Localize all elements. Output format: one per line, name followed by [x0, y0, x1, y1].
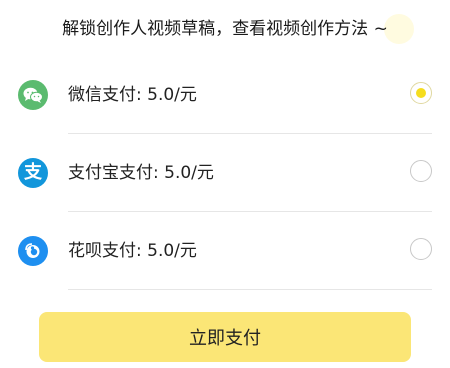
- radio-button[interactable]: [410, 238, 432, 260]
- payment-method-list: 微信支付: 5.0/元 支 支付宝支付: 5.0/元 花呗支付: 5.0/元: [0, 56, 450, 290]
- divider: [68, 289, 432, 290]
- wechat-pay-icon: [18, 80, 48, 110]
- payment-sheet: 解锁创作人视频草稿，查看视频创作方法 ~ 微信支付: 5.0/元 支 支付宝支付…: [0, 0, 450, 368]
- payment-option-wechat[interactable]: 微信支付: 5.0/元: [0, 56, 450, 134]
- alipay-icon: 支: [18, 158, 48, 188]
- radio-selected-dot: [416, 88, 426, 98]
- payment-option-huabei[interactable]: 花呗支付: 5.0/元: [0, 212, 450, 290]
- radio-button-selected[interactable]: [410, 82, 432, 104]
- payment-option-label: 支付宝支付: 5.0/元: [68, 163, 214, 183]
- payment-option-label: 花呗支付: 5.0/元: [68, 241, 197, 261]
- huabei-icon: [18, 236, 48, 266]
- page-title: 解锁创作人视频草稿，查看视频创作方法 ~: [62, 19, 388, 39]
- radio-button[interactable]: [410, 160, 432, 182]
- pay-now-button[interactable]: 立即支付: [39, 312, 411, 362]
- payment-option-label: 微信支付: 5.0/元: [68, 85, 197, 105]
- payment-option-alipay[interactable]: 支 支付宝支付: 5.0/元: [0, 134, 450, 212]
